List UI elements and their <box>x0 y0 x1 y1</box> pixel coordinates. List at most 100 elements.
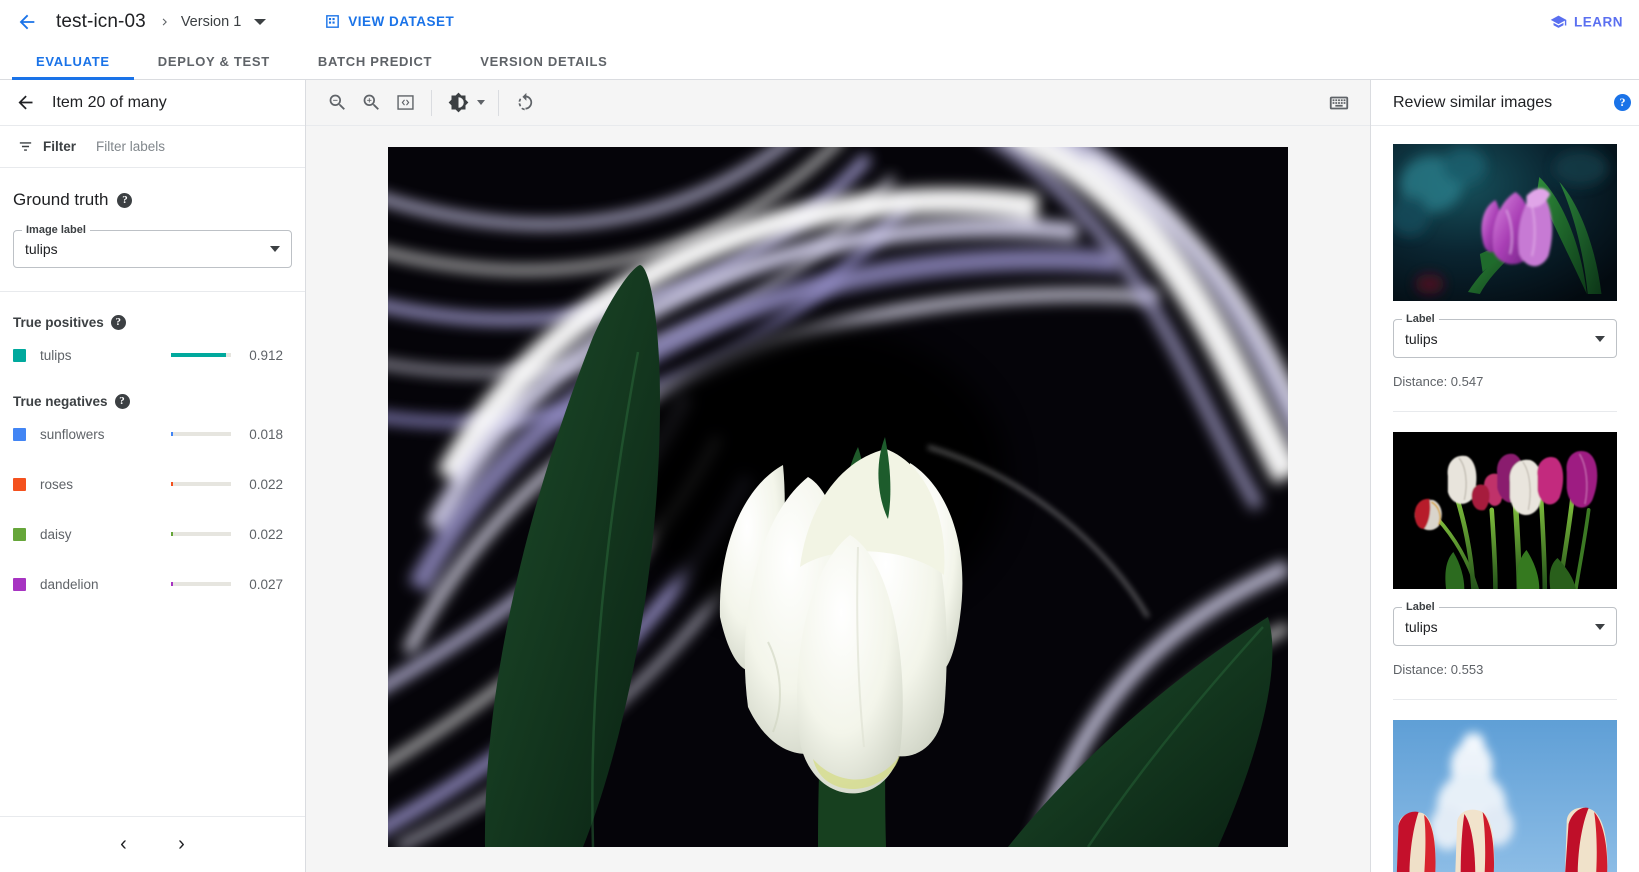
similar-images-list[interactable]: Label tulips Distance: 0.547 <box>1371 126 1639 872</box>
filter-label: Filter <box>43 139 76 154</box>
next-item-button[interactable]: › <box>162 825 202 865</box>
brightness-chevron-down-icon[interactable] <box>477 100 485 105</box>
help-icon[interactable]: ? <box>1614 94 1631 111</box>
tab-evaluate[interactable]: EVALUATE <box>12 43 134 79</box>
learn-label: LEARN <box>1574 14 1623 29</box>
similar-image-thumbnail[interactable] <box>1393 144 1617 301</box>
left-panel: Item 20 of many Filter Filter labels Gro… <box>0 80 306 872</box>
keyboard-icon <box>1328 92 1350 114</box>
filter-row[interactable]: Filter Filter labels <box>0 126 305 168</box>
distance-text: Distance: 0.547 <box>1393 374 1617 389</box>
help-icon[interactable]: ? <box>117 193 132 208</box>
item-back-button[interactable] <box>8 86 42 120</box>
chevron-down-icon <box>270 246 280 252</box>
score-row-sunflowers: sunflowers 0.018 <box>13 409 292 459</box>
main-image-art <box>388 147 1288 847</box>
similar-image-thumbnail[interactable] <box>1393 720 1617 872</box>
image-label-select[interactable]: Image label tulips <box>13 230 292 268</box>
score-value: 0.022 <box>247 527 283 542</box>
image-label-legend: Image label <box>22 224 90 236</box>
score-label: dandelion <box>40 577 171 592</box>
score-row-daisy: daisy 0.022 <box>13 509 292 559</box>
legend-swatch <box>13 528 26 541</box>
toolbar-divider <box>498 90 499 116</box>
score-row-dandelion: dandelion 0.027 <box>13 559 292 609</box>
brightness-icon <box>448 92 469 113</box>
item-pager: ‹ › <box>0 816 305 872</box>
score-row-tulips: tulips 0.912 <box>13 330 292 380</box>
image-canvas[interactable] <box>306 126 1370 872</box>
rotate-button[interactable] <box>508 86 542 120</box>
filter-input[interactable]: Filter labels <box>96 139 165 154</box>
true-negatives-title: True negatives <box>13 394 108 409</box>
dataset-grid-icon <box>324 13 341 30</box>
label-legend: Label <box>1402 313 1439 325</box>
main-image[interactable] <box>388 147 1288 847</box>
chevron-down-icon <box>1595 624 1605 630</box>
viewer-toolbar <box>306 80 1370 126</box>
ground-truth-heading: Ground truth ? <box>13 190 292 210</box>
version-chevron-down-icon[interactable] <box>254 19 266 25</box>
view-dataset-label: VIEW DATASET <box>348 14 454 29</box>
breadcrumb-separator <box>158 15 172 29</box>
similar-image-card: Label tulips Distance: 0.553 <box>1371 412 1639 700</box>
brightness-button[interactable] <box>441 86 475 120</box>
body: Item 20 of many Filter Filter labels Gro… <box>0 80 1639 872</box>
score-label: roses <box>40 477 171 492</box>
thumbnail-art-tulip-bouquet <box>1393 432 1617 589</box>
chevron-right-icon <box>158 15 172 29</box>
fit-to-screen-button[interactable] <box>388 86 422 120</box>
view-dataset-button[interactable]: VIEW DATASET <box>324 13 454 30</box>
label-value: tulips <box>1405 331 1438 347</box>
filter-list-icon <box>17 138 34 155</box>
zoom-in-icon <box>361 92 382 113</box>
true-positives-title: True positives <box>13 315 104 330</box>
back-button[interactable] <box>10 5 44 39</box>
left-panel-content: Ground truth ? Image label tulips True p… <box>0 168 305 816</box>
legend-swatch <box>13 428 26 441</box>
score-label: daisy <box>40 527 171 542</box>
tab-deploy-and-test[interactable]: DEPLOY & TEST <box>134 43 294 79</box>
image-label-value: tulips <box>25 241 58 257</box>
keyboard-shortcuts-button[interactable] <box>1322 86 1356 120</box>
similar-image-card: Label tulips <box>1371 700 1639 872</box>
zoom-out-button[interactable] <box>320 86 354 120</box>
score-value: 0.912 <box>247 348 283 363</box>
legend-swatch <box>13 578 26 591</box>
help-icon[interactable]: ? <box>111 315 126 330</box>
zoom-in-button[interactable] <box>354 86 388 120</box>
score-bar-fill <box>171 532 173 536</box>
score-label: tulips <box>40 348 171 363</box>
score-row-roses: roses 0.022 <box>13 459 292 509</box>
arrow-back-icon <box>15 92 36 113</box>
section-divider <box>0 291 305 292</box>
toolbar-right <box>1322 86 1356 120</box>
label-select[interactable]: Label tulips <box>1393 319 1617 358</box>
score-bar-fill <box>171 353 226 357</box>
score-bar <box>171 482 231 486</box>
score-value: 0.022 <box>247 477 283 492</box>
previous-item-button[interactable]: ‹ <box>104 825 144 865</box>
legend-swatch <box>13 349 26 362</box>
breadcrumb-project[interactable]: test-icn-03 <box>56 11 146 33</box>
help-icon[interactable]: ? <box>115 394 130 409</box>
tab-version-details[interactable]: VERSION DETAILS <box>456 43 631 79</box>
learn-button[interactable]: LEARN <box>1550 13 1623 30</box>
true-positives-heading: True positives ? <box>13 315 292 330</box>
arrow-back-icon <box>16 11 38 33</box>
score-bar-fill <box>171 432 173 436</box>
score-bar <box>171 532 231 536</box>
breadcrumb-version[interactable]: Version 1 <box>181 14 241 30</box>
toolbar-divider <box>431 90 432 116</box>
score-label: sunflowers <box>40 427 171 442</box>
score-value: 0.027 <box>247 577 283 592</box>
tab-batch-predict[interactable]: BATCH PREDICT <box>294 43 456 79</box>
fit-to-screen-icon <box>395 92 416 113</box>
score-bar <box>171 582 231 586</box>
app-root: test-icn-03 Version 1 VIEW DATASET LEARN… <box>0 0 1639 872</box>
score-bar <box>171 353 231 357</box>
similar-image-thumbnail[interactable] <box>1393 432 1617 589</box>
label-select[interactable]: Label tulips <box>1393 607 1617 646</box>
thumbnail-art-red-white-tulips-sky <box>1393 720 1617 872</box>
ground-truth-title: Ground truth <box>13 190 108 210</box>
